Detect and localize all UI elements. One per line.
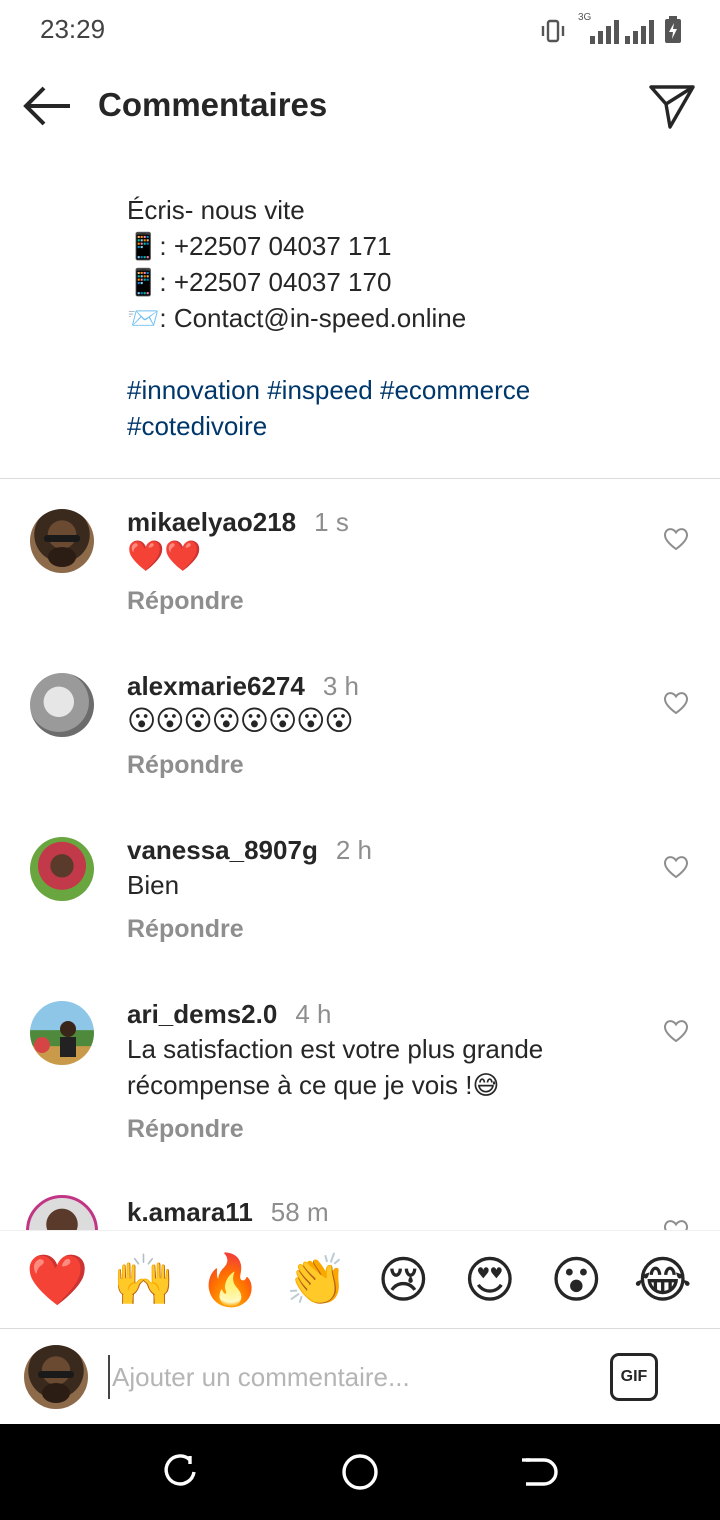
battery-charging-icon bbox=[665, 16, 681, 43]
reply-button[interactable]: Répondre bbox=[127, 587, 244, 616]
emoji-raising-hands[interactable]: 🙌 bbox=[111, 1250, 177, 1310]
emoji-reaction-bar: ❤️ 🙌 🔥 👏 😢 😍 😮 😂 bbox=[0, 1230, 720, 1328]
hashtag-link[interactable]: #innovation #inspeed #ecommerce bbox=[127, 372, 687, 408]
recent-apps-icon[interactable] bbox=[160, 1452, 200, 1492]
comment-text: La satisfaction est votre plus grande ré… bbox=[127, 1034, 544, 1100]
avatar[interactable] bbox=[30, 1001, 94, 1065]
arrow-left-icon[interactable] bbox=[22, 84, 74, 128]
hashtag-link[interactable]: #cotedivoire bbox=[127, 408, 687, 444]
emoji-clapping[interactable]: 👏 bbox=[284, 1250, 350, 1310]
header: Commentaires bbox=[0, 60, 720, 152]
heart-icon[interactable] bbox=[663, 855, 689, 879]
back-nav-icon[interactable] bbox=[520, 1452, 560, 1492]
heart-icon[interactable] bbox=[663, 527, 689, 551]
signal-icon bbox=[590, 18, 619, 44]
comment-username[interactable]: vanessa_8907g bbox=[127, 835, 318, 865]
avatar[interactable] bbox=[30, 837, 94, 901]
status-time: 23:29 bbox=[40, 14, 106, 44]
reply-button[interactable]: Répondre bbox=[127, 751, 244, 780]
comment-time: 1 s bbox=[314, 507, 349, 537]
comment-username[interactable]: ari_dems2.0 bbox=[127, 999, 277, 1029]
emoji-heart[interactable]: ❤️ bbox=[24, 1250, 90, 1310]
emoji-sad[interactable]: 😢 bbox=[370, 1250, 436, 1310]
comment-username[interactable]: k.amara11 bbox=[127, 1197, 253, 1227]
heart-icon[interactable] bbox=[663, 691, 689, 715]
caption-line: 📨: Contact@in-speed.online bbox=[127, 303, 467, 333]
vibrate-icon bbox=[541, 19, 565, 43]
emoji-heart-eyes[interactable]: 😍 bbox=[457, 1250, 523, 1310]
comment-username[interactable]: mikaelyao218 bbox=[127, 507, 296, 537]
caption-line: Écris- nous vite bbox=[127, 195, 305, 225]
comment-username[interactable]: alexmarie6274 bbox=[127, 671, 305, 701]
home-icon[interactable] bbox=[340, 1452, 380, 1492]
comment-input-bar: GIF bbox=[0, 1328, 720, 1424]
caption-line: 📱: +22507 04037 170 bbox=[127, 267, 392, 297]
comment-input[interactable] bbox=[108, 1355, 588, 1399]
page-title: Commentaires bbox=[98, 86, 328, 123]
emoji-fire[interactable]: 🔥 bbox=[197, 1250, 263, 1310]
comment-time: 2 h bbox=[335, 835, 372, 865]
comment-text: ❤️❤️ bbox=[127, 540, 202, 573]
gif-button[interactable]: GIF bbox=[610, 1353, 658, 1401]
avatar[interactable] bbox=[30, 509, 94, 573]
signal-icon bbox=[625, 18, 654, 44]
heart-icon[interactable] bbox=[663, 1219, 689, 1230]
emoji-laughing[interactable]: 😂 bbox=[630, 1250, 696, 1310]
avatar[interactable] bbox=[30, 673, 94, 737]
post-caption: Écris- nous vite 📱: +22507 04037 171 📱: … bbox=[127, 152, 687, 444]
avatar bbox=[24, 1345, 88, 1409]
caption-line: 📱: +22507 04037 171 bbox=[127, 231, 392, 261]
send-icon[interactable] bbox=[648, 82, 696, 130]
comment-list: mikaelyao218 1 s ❤️❤️ Répondre alexmarie6… bbox=[0, 479, 720, 1230]
heart-icon[interactable] bbox=[663, 1019, 689, 1043]
system-nav-bar bbox=[0, 1424, 720, 1520]
comment-text: Bien bbox=[127, 870, 180, 900]
network-type: 3G bbox=[578, 12, 592, 23]
avatar[interactable] bbox=[26, 1195, 98, 1230]
emoji-surprised[interactable]: 😮 bbox=[543, 1250, 609, 1310]
comment-text: 😮😮😮😮😮😮😮😮 bbox=[127, 705, 354, 736]
reply-button[interactable]: Répondre bbox=[127, 1115, 244, 1144]
comment-time: 58 m bbox=[270, 1197, 329, 1227]
status-icons: 3G bbox=[540, 12, 682, 44]
comment-time: 4 h bbox=[295, 999, 332, 1029]
comment-time: 3 h bbox=[322, 671, 359, 701]
reply-button[interactable]: Répondre bbox=[127, 915, 244, 944]
status-bar: 23:29 3G bbox=[0, 0, 720, 60]
